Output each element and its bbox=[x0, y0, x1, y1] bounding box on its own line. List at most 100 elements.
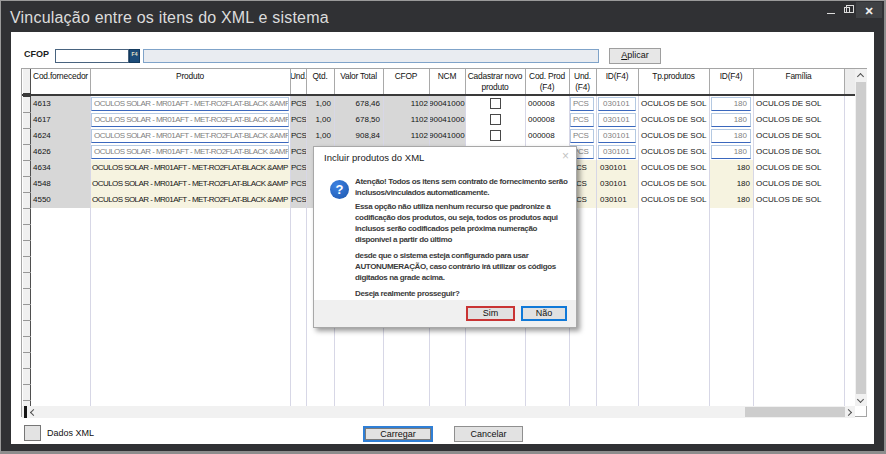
grid-cell-id4b[interactable]: 180 bbox=[709, 160, 753, 176]
grid-cell-familia[interactable]: OCULOS DE SOL bbox=[753, 112, 844, 128]
grid-cell-id4b[interactable]: 180 bbox=[709, 192, 753, 208]
grid-cell-produto[interactable]: OCULOS SOLAR - MR01AFT - MET-RO2FLAT-BLA… bbox=[90, 176, 290, 192]
grid-cell-qtd[interactable]: 1,00 bbox=[306, 112, 334, 128]
cfop-description-field[interactable] bbox=[143, 49, 599, 63]
restore-button[interactable] bbox=[840, 2, 856, 18]
grid-cell-tp[interactable]: OCULOS DE SOL bbox=[638, 160, 709, 176]
grid-editor-id4b[interactable]: 180 bbox=[711, 113, 751, 127]
grid-cell-codprod[interactable]: 000008 bbox=[525, 96, 569, 112]
dialog-close-icon[interactable]: × bbox=[562, 149, 569, 163]
grid-cell-familia[interactable]: OCULOS DE SOL bbox=[753, 96, 844, 112]
new-product-checkbox[interactable] bbox=[490, 130, 501, 141]
no-button[interactable]: Não bbox=[521, 306, 567, 321]
grid-cell-codprod[interactable]: 000008 bbox=[525, 128, 569, 144]
grid-cell-tp[interactable]: OCULOS DE SOL bbox=[638, 96, 709, 112]
yes-button[interactable]: Sim bbox=[466, 306, 515, 321]
grid-cell-produto[interactable]: OCULOS SOLAR - MR01AFT - MET-RO2FLAT-BLA… bbox=[90, 160, 290, 176]
grid-editor-id4b[interactable]: 180 bbox=[711, 97, 751, 111]
grid-cell-cfop[interactable]: 1102 bbox=[383, 128, 429, 144]
grid-cell-cod[interactable]: 4634 bbox=[31, 160, 90, 176]
grid-cell-tp[interactable]: OCULOS DE SOL bbox=[638, 128, 709, 144]
close-button[interactable]: ✕ bbox=[856, 2, 882, 18]
row-selector-divider bbox=[23, 144, 31, 145]
grid-cell-tp[interactable]: OCULOS DE SOL bbox=[638, 144, 709, 160]
grid-cell-id4b[interactable]: 180 bbox=[709, 176, 753, 192]
grid-cell-ncm[interactable]: 90041000 bbox=[429, 128, 465, 144]
grid-cell-cod[interactable]: 4548 bbox=[31, 176, 90, 192]
grid-editor-id4b[interactable]: 180 bbox=[711, 129, 751, 143]
question-icon: ? bbox=[330, 180, 349, 199]
dialog-incluir-produtos-xml: Incluir produtos do XML × ? Atenção! Tod… bbox=[313, 146, 577, 328]
grid-cell-cod[interactable]: 4624 bbox=[31, 128, 90, 144]
grid-editor-und4[interactable]: PCS bbox=[570, 113, 594, 127]
grid-cell-und[interactable]: PCS bbox=[290, 192, 306, 208]
grid-cell-familia[interactable]: OCULOS DE SOL bbox=[753, 160, 844, 176]
load-button[interactable]: Carregar bbox=[363, 426, 433, 442]
grid-cell-produto[interactable]: OCULOS SOLAR - MR01AFT - MET-RO2FLAT-BLA… bbox=[90, 192, 290, 208]
grid-cell-valor[interactable]: 678,50 bbox=[334, 112, 383, 128]
dialog-paragraph: Essa opção não utiliza nenhum recurso qu… bbox=[355, 201, 570, 246]
grid-cell-cfop[interactable]: 1102 bbox=[383, 112, 429, 128]
grid-cell-und[interactable]: PCS bbox=[290, 96, 306, 112]
cfop-input[interactable] bbox=[55, 49, 129, 63]
column-divider bbox=[290, 96, 291, 406]
grid-editor-und4[interactable]: PCS bbox=[570, 97, 594, 111]
grid-cell-cod[interactable]: 4550 bbox=[31, 192, 90, 208]
horizontal-scrollbar[interactable] bbox=[22, 406, 855, 418]
header-filler bbox=[844, 69, 855, 94]
grid-editor-produto[interactable]: OCULOS SOLAR - MR01AFT - MET-RO2FLAT-BLA… bbox=[91, 145, 289, 159]
grid-cell-tp[interactable]: OCULOS DE SOL bbox=[638, 176, 709, 192]
grid-cell-und[interactable]: PCS bbox=[290, 160, 306, 176]
grid-cell-cod[interactable]: 4613 bbox=[31, 96, 90, 112]
column-header-qtd: Qtd. bbox=[306, 69, 334, 94]
grid-cell-und[interactable]: PCS bbox=[290, 144, 306, 160]
header-separator bbox=[22, 94, 855, 96]
grid-cell-cod[interactable]: 4617 bbox=[31, 112, 90, 128]
grid-editor-id4b[interactable]: 180 bbox=[711, 145, 751, 159]
grid-cell-codprod[interactable]: 000008 bbox=[525, 112, 569, 128]
grid-cell-ncm[interactable]: 90041000 bbox=[429, 96, 465, 112]
grid-cell-familia[interactable]: OCULOS DE SOL bbox=[753, 176, 844, 192]
grid-cell-familia[interactable]: OCULOS DE SOL bbox=[753, 144, 844, 160]
grid-editor-produto[interactable]: OCULOS SOLAR - MR01AFT - MET-RO2FLAT-BLA… bbox=[91, 113, 289, 127]
row-selector-divider bbox=[23, 384, 31, 385]
grid-editor-id4[interactable]: 030101 bbox=[598, 113, 636, 127]
cancel-button[interactable]: Cancelar bbox=[454, 426, 523, 442]
grid-cell-familia[interactable]: OCULOS DE SOL bbox=[753, 128, 844, 144]
grid-cell-und[interactable]: PCS bbox=[290, 128, 306, 144]
grid-cell-familia[interactable]: OCULOS DE SOL bbox=[753, 192, 844, 208]
grid-cell-cod[interactable]: 4626 bbox=[31, 144, 90, 160]
row-selector-divider bbox=[23, 320, 31, 321]
grid-cell-valor[interactable]: 908,84 bbox=[334, 128, 383, 144]
cfop-lookup-f4-button[interactable]: F4 bbox=[129, 49, 140, 63]
row-selector-divider bbox=[23, 256, 31, 257]
vertical-scrollbar-thumb[interactable] bbox=[856, 82, 866, 394]
grid-cell-id4[interactable]: 030101 bbox=[596, 176, 638, 192]
grid-cell-qtd[interactable]: 1,00 bbox=[306, 128, 334, 144]
horizontal-scrollbar-thumb[interactable] bbox=[745, 407, 845, 417]
column-divider bbox=[90, 96, 91, 406]
grid-cell-qtd[interactable]: 1,00 bbox=[306, 96, 334, 112]
minimize-button[interactable] bbox=[822, 2, 840, 18]
column-header-codprod: Cod. Prod (F4) bbox=[525, 69, 569, 94]
apply-button[interactable]: Aplicar bbox=[609, 48, 661, 64]
grid-cell-cfop[interactable]: 1102 bbox=[383, 96, 429, 112]
grid-cell-id4[interactable]: 030101 bbox=[596, 192, 638, 208]
grid-editor-id4[interactable]: 030101 bbox=[598, 145, 636, 159]
grid-editor-id4[interactable]: 030101 bbox=[598, 97, 636, 111]
grid-cell-ncm[interactable]: 90041000 bbox=[429, 112, 465, 128]
new-product-checkbox[interactable] bbox=[490, 98, 501, 109]
grid-cell-valor[interactable]: 678,46 bbox=[334, 96, 383, 112]
grid-editor-produto[interactable]: OCULOS SOLAR - MR01AFT - MET-RO2FLAT-BLA… bbox=[91, 97, 289, 111]
header-divider bbox=[334, 69, 335, 94]
grid-cell-und[interactable]: PCS bbox=[290, 112, 306, 128]
grid-editor-id4[interactable]: 030101 bbox=[598, 129, 636, 143]
grid-cell-id4[interactable]: 030101 bbox=[596, 160, 638, 176]
grid-cell-und[interactable]: PCS bbox=[290, 176, 306, 192]
new-product-checkbox[interactable] bbox=[490, 114, 501, 125]
dialog-message: Atenção! Todos os itens sem contrato de … bbox=[355, 176, 570, 299]
grid-cell-tp[interactable]: OCULOS DE SOL bbox=[638, 112, 709, 128]
grid-editor-produto[interactable]: OCULOS SOLAR - MR01AFT - MET-RO2FLAT-BLA… bbox=[91, 129, 289, 143]
grid-editor-und4[interactable]: PCS bbox=[570, 129, 594, 143]
grid-cell-tp[interactable]: OCULOS DE SOL bbox=[638, 192, 709, 208]
